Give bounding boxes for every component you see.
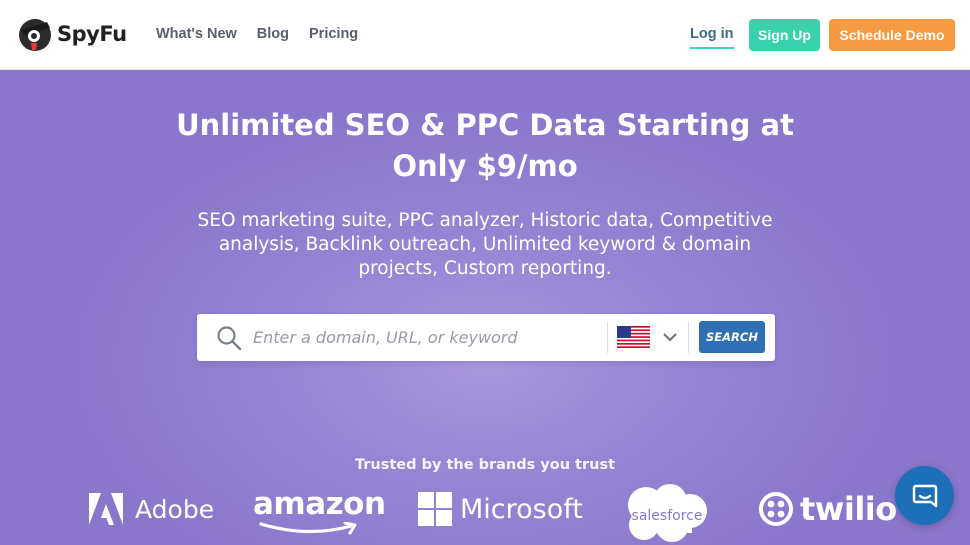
- amazon-logo: amazon: [253, 487, 386, 540]
- signup-button[interactable]: Sign Up: [749, 19, 820, 51]
- logo-text: SpyFu: [57, 22, 127, 46]
- twilio-icon: [759, 492, 793, 526]
- hero-title-line2: Only $9/mo: [392, 149, 578, 183]
- search-input[interactable]: [253, 324, 599, 351]
- hero-title: Unlimited SEO & PPC Data Starting at Onl…: [150, 105, 820, 187]
- microsoft-logo: Microsoft: [418, 492, 583, 526]
- twilio-logo: twilio: [758, 490, 897, 528]
- hero-title-line1: Unlimited SEO & PPC Data Starting at: [176, 108, 794, 142]
- microsoft-text: Microsoft: [460, 493, 583, 525]
- salesforce-logo: salesforce: [628, 484, 707, 542]
- salesforce-text: salesforce: [632, 508, 703, 524]
- search-divider-2: [688, 322, 689, 353]
- amazon-smile-icon: [259, 521, 357, 535]
- nav-blog[interactable]: Blog: [257, 26, 289, 42]
- chat-icon: [912, 484, 937, 507]
- us-flag-icon[interactable]: [617, 326, 650, 348]
- twilio-text: twilio: [800, 490, 897, 528]
- site-header: SpyFu What's New Blog Pricing Log in Sig…: [0, 0, 970, 70]
- adobe-text: Adobe: [135, 494, 215, 524]
- adobe-icon: [89, 493, 123, 525]
- spy-logo-icon: [19, 19, 51, 51]
- search-icon: [217, 326, 242, 351]
- search-button[interactable]: SEARCH: [699, 321, 765, 353]
- search-bar: SEARCH: [197, 314, 775, 361]
- amazon-text: amazon: [253, 486, 386, 522]
- main-nav: What's New Blog Pricing: [156, 26, 358, 42]
- nav-whats-new[interactable]: What's New: [156, 26, 237, 42]
- adobe-logo: Adobe: [89, 493, 214, 525]
- login-link[interactable]: Log in: [690, 26, 734, 49]
- search-divider: [607, 322, 608, 353]
- spyfu-logo[interactable]: SpyFu: [17, 16, 127, 52]
- hero-subtitle: SEO marketing suite, PPC analyzer, Histo…: [197, 210, 773, 279]
- chevron-down-icon[interactable]: [662, 331, 678, 343]
- brand-logos: Adobe amazon Microsoft salesforce twilio: [0, 481, 970, 545]
- trusted-label: Trusted by the brands you trust: [354, 457, 616, 473]
- microsoft-windows-icon: [418, 492, 452, 526]
- nav-pricing[interactable]: Pricing: [309, 26, 358, 42]
- chat-widget-button[interactable]: [895, 466, 954, 525]
- hero-section: Unlimited SEO & PPC Data Starting at Onl…: [0, 71, 970, 545]
- schedule-demo-button[interactable]: Schedule Demo: [829, 19, 955, 51]
